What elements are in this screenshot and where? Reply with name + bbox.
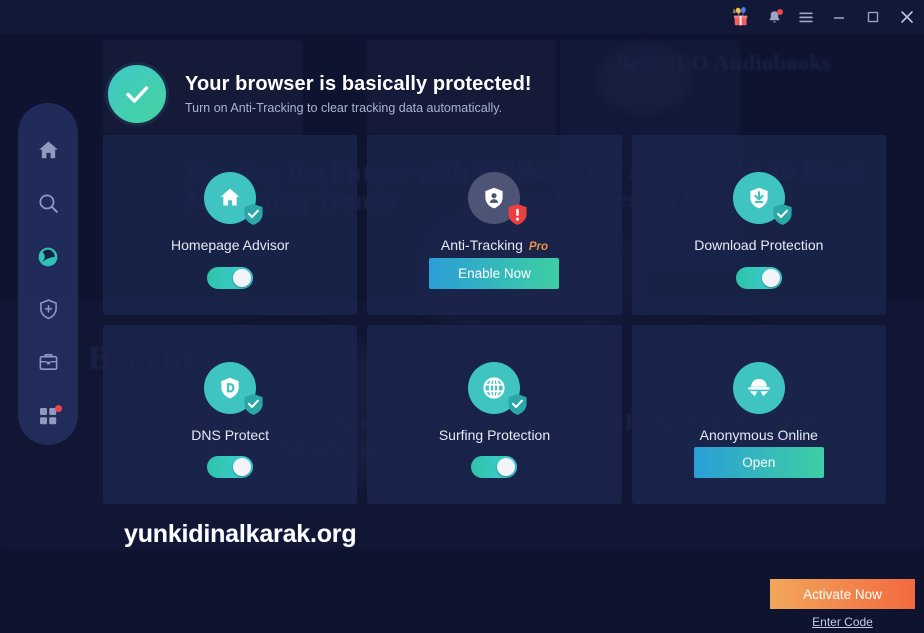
incognito-icon [732,361,785,414]
card-anti-tracking[interactable]: Anti-Tracking Pro Enable Now [367,135,622,315]
card-title-text: Download Protection [694,237,824,253]
sidebar-item-search[interactable] [28,189,68,223]
status-badge-check-icon [508,393,528,415]
apps-badge-dot [55,405,62,412]
status-text: Your browser is basically protected! Tur… [185,73,532,115]
enable-now-button[interactable]: Enable Now [429,257,560,289]
sidebar-item-home[interactable] [28,136,68,170]
status-badge-check-icon [244,393,263,415]
menu-icon[interactable] [790,2,822,32]
activation-area: Activate Now Enter Code [770,579,915,629]
page-title: Your browser is basically protected! [185,73,532,95]
card-title-text: DNS Protect [191,426,270,443]
enter-code-link[interactable]: Enter Code [812,615,873,629]
pro-badge: Pro [528,241,549,253]
card-download-protection[interactable]: Download Protection [631,135,886,315]
notification-bell-icon[interactable] [758,2,790,32]
toggle-knob [497,458,516,476]
toggle-knob [761,268,780,287]
card-homepage-advisor[interactable]: Homepage Advisor [103,135,358,315]
card-icon-wrap [468,361,528,415]
card-icon-wrap [468,172,528,225]
homepage-advisor-toggle[interactable] [207,266,254,289]
card-title: Anonymous Online [700,427,818,443]
card-icon-wrap [732,361,785,414]
watermark-text: yunkidinalkarak.org [124,520,357,548]
card-action [367,456,621,478]
card-anonymous-online[interactable]: Anonymous Online Open [631,324,886,504]
maximize-button[interactable] [856,0,890,34]
shield-plus-icon [36,297,61,327]
card-action [632,266,886,289]
status-badge-check-icon [244,204,263,225]
dns-protect-toggle[interactable] [207,456,254,478]
feature-cards-grid: Homepage Advisor Anti-Tracking Pro Enabl… [103,135,886,504]
card-title: Anti-Tracking Pro [441,237,548,253]
activate-now-button[interactable]: Activate Now [770,579,915,609]
card-icon-wrap [204,172,263,225]
card-action: Open [632,447,886,478]
status-subtitle: Turn on Anti-Tracking to clear tracking … [185,101,503,115]
card-icon-wrap [732,172,792,225]
card-action: Enable Now [367,257,621,289]
open-button[interactable]: Open [693,447,824,478]
protection-status: Your browser is basically protected! Tur… [105,62,532,126]
card-title: DNS Protect [191,427,269,443]
gift-icon[interactable] [726,2,758,32]
card-action [103,266,357,289]
card-icon-wrap [204,361,263,415]
titlebar [0,0,924,34]
home-icon [36,138,61,168]
sidebar-item-browser[interactable] [28,242,68,276]
card-title: Homepage Advisor [171,237,289,253]
check-circle-icon [105,62,169,126]
download-protection-toggle[interactable] [735,266,782,289]
toggle-knob [233,458,252,476]
briefcase-icon [36,350,61,380]
sidebar-item-protection[interactable] [28,295,68,329]
card-title-text: Homepage Advisor [171,237,290,253]
search-icon [36,191,61,221]
bg-text-9: Best SEO Audiobooks [615,50,832,75]
sidebar-item-toolbox[interactable] [28,348,68,382]
toggle-knob [233,268,252,287]
status-badge-check-icon [773,204,792,225]
minimize-button[interactable] [822,0,856,34]
card-title-text: Surfing Protection [438,426,551,443]
card-title-text: Anti-Tracking [440,237,523,253]
card-title-text: Anonymous Online [699,426,818,443]
sidebar-item-apps[interactable] [28,401,68,435]
card-action [103,456,357,478]
card-title: Download Protection [694,237,823,253]
globe-icon [35,244,61,275]
app-window: Shaping the Future with Video Marketing … [0,0,924,633]
sidebar [18,103,78,445]
warning-badge-icon [508,204,528,225]
card-dns-protect[interactable]: DNS Protect [103,324,358,504]
card-surfing-protection[interactable]: Surfing Protection [367,324,622,504]
card-title: Surfing Protection [439,427,550,443]
notification-dot [777,9,783,15]
surfing-protection-toggle[interactable] [471,456,518,478]
close-button[interactable] [890,0,924,34]
